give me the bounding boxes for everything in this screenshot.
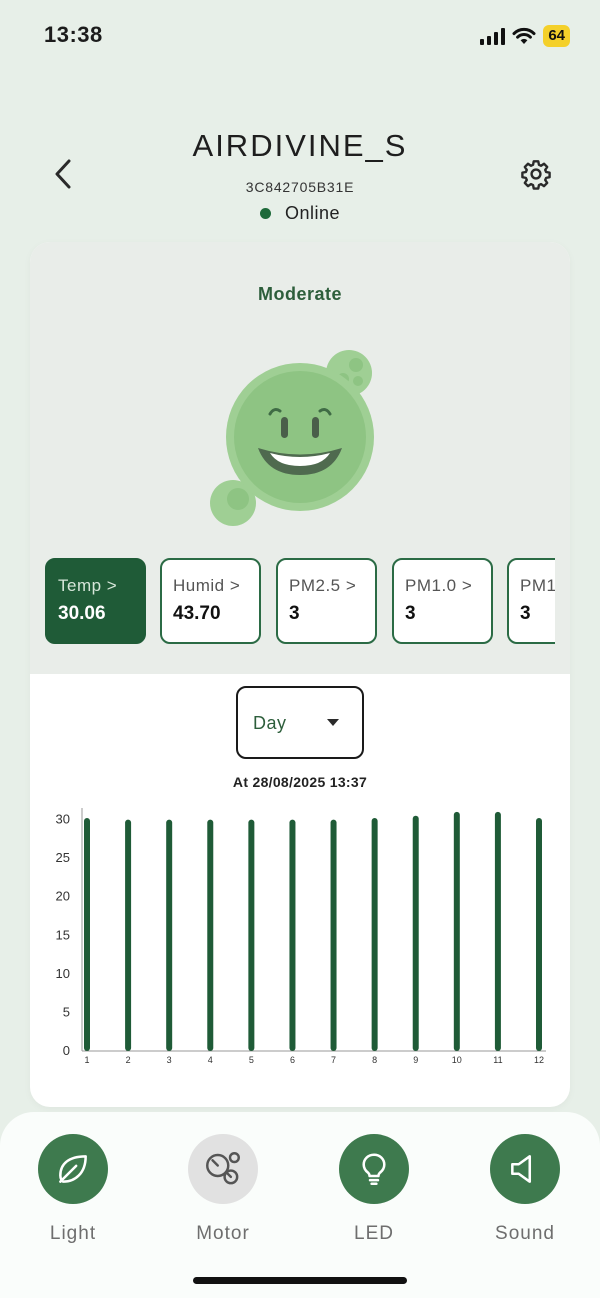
y-tick-label: 15 (56, 927, 70, 942)
chart-bar (166, 819, 173, 1051)
metric-card-pm10[interactable]: PM10 > 3 (507, 558, 555, 644)
chart-bar (453, 811, 460, 1051)
x-tick-label: 7 (331, 1055, 336, 1065)
x-tick-label: 3 (167, 1055, 172, 1065)
leaf-icon (59, 1155, 87, 1183)
home-indicator (193, 1277, 407, 1284)
y-tick-label: 5 (63, 1004, 70, 1019)
sound-button-circle[interactable] (490, 1134, 560, 1204)
air-quality-mascot (210, 350, 374, 526)
metric-value: 3 (289, 603, 300, 624)
chart-bar (84, 818, 90, 1051)
status-icons: 64 (480, 24, 570, 48)
chart-bar (494, 811, 501, 1051)
status-dot (259, 208, 271, 219)
settings-button[interactable] (518, 156, 554, 192)
metric-card-temp[interactable]: Temp > 30.06 (45, 558, 146, 644)
metric-label: Humid > (173, 576, 241, 595)
device-name: AIRDIVINE_S (192, 128, 408, 163)
signal-icon (480, 27, 506, 45)
y-tick-label: 20 (56, 889, 70, 904)
light-label: Light (49, 1223, 97, 1244)
device-card: Moderate Temp > 30.06 Humid > 43.70 PM2.… (30, 242, 570, 1107)
y-tick-label: 25 (56, 850, 70, 865)
metric-value: 30.06 (58, 603, 106, 624)
chart-bar (207, 819, 214, 1051)
range-dropdown[interactable]: Day (236, 686, 364, 759)
caret-down-icon (327, 719, 339, 726)
x-tick-label: 10 (452, 1055, 462, 1065)
battery-badge: 64 (543, 25, 570, 47)
x-tick-label: 2 (126, 1055, 131, 1065)
chart-bar (371, 818, 378, 1051)
motor-label: Motor (196, 1223, 250, 1244)
metric-label: PM2.5 > (289, 576, 357, 595)
bottom-action-bar: Light Motor LED Sound (0, 1112, 600, 1298)
metric-value: 3 (520, 603, 531, 624)
range-value: Day (253, 713, 287, 733)
metric-label: Temp > (58, 576, 118, 595)
led-label: LED (354, 1223, 394, 1244)
light-button[interactable]: Light (18, 1134, 128, 1245)
reading-timestamp: At 28/08/2025 13:37 (232, 774, 368, 790)
metric-label: PM10 > (520, 576, 555, 595)
y-tick-label: 0 (63, 1043, 70, 1058)
x-tick-label: 4 (208, 1055, 213, 1065)
air-quality-label: Moderate (257, 284, 342, 304)
y-tick-label: 30 (56, 812, 70, 827)
bulb-icon (362, 1153, 386, 1185)
chart-bar (536, 818, 542, 1051)
metric-value: 43.70 (173, 603, 221, 624)
motor-button-circle[interactable] (188, 1134, 258, 1204)
metric-label: PM1.0 > (405, 576, 473, 595)
metrics-row: Temp > 30.06 Humid > 43.70 PM2.5 > 3 PM1… (45, 558, 555, 646)
x-tick-label: 12 (534, 1055, 544, 1065)
led-button[interactable]: LED (319, 1134, 429, 1245)
chart-bar (289, 819, 296, 1051)
metric-value: 3 (405, 603, 416, 624)
motor-button[interactable]: Motor (168, 1134, 278, 1245)
x-tick-label: 9 (413, 1055, 418, 1065)
chart-bar (248, 819, 255, 1051)
speaker-icon (511, 1155, 532, 1183)
x-tick-label: 8 (372, 1055, 377, 1065)
status-time: 13:38 (44, 22, 103, 47)
gears-icon (206, 1152, 240, 1185)
x-tick-label: 1 (84, 1055, 89, 1065)
temperature-chart: 0510152025301 2 3 4 5 6 7 8 9 10 11 12 (56, 808, 546, 1065)
x-tick-label: 11 (493, 1055, 502, 1065)
metric-card-pm10-fine[interactable]: PM1.0 > 3 (392, 558, 493, 644)
metric-card-humid[interactable]: Humid > 43.70 (160, 558, 261, 644)
gear-icon (521, 160, 551, 190)
y-tick-label: 10 (56, 966, 70, 981)
light-button-circle[interactable] (38, 1134, 108, 1204)
status-text: Online (284, 203, 341, 223)
x-tick-label: 5 (249, 1055, 254, 1065)
chart-bar (330, 819, 337, 1051)
led-button-circle[interactable] (339, 1134, 409, 1204)
chart-bar (412, 815, 419, 1051)
air-quality-panel: Moderate Temp > 30.06 Humid > 43.70 PM2.… (30, 242, 570, 674)
connection-status: Online (0, 203, 600, 224)
status-bar: 13:38 64 (0, 0, 600, 72)
sound-button[interactable]: Sound (470, 1134, 580, 1245)
x-tick-label: 6 (290, 1055, 295, 1065)
device-id: 3C842705B31E (245, 179, 355, 195)
metric-card-pm25[interactable]: PM2.5 > 3 (276, 558, 377, 644)
chart-bar (125, 819, 132, 1051)
wifi-icon (512, 27, 536, 44)
sound-label: Sound (495, 1223, 555, 1244)
